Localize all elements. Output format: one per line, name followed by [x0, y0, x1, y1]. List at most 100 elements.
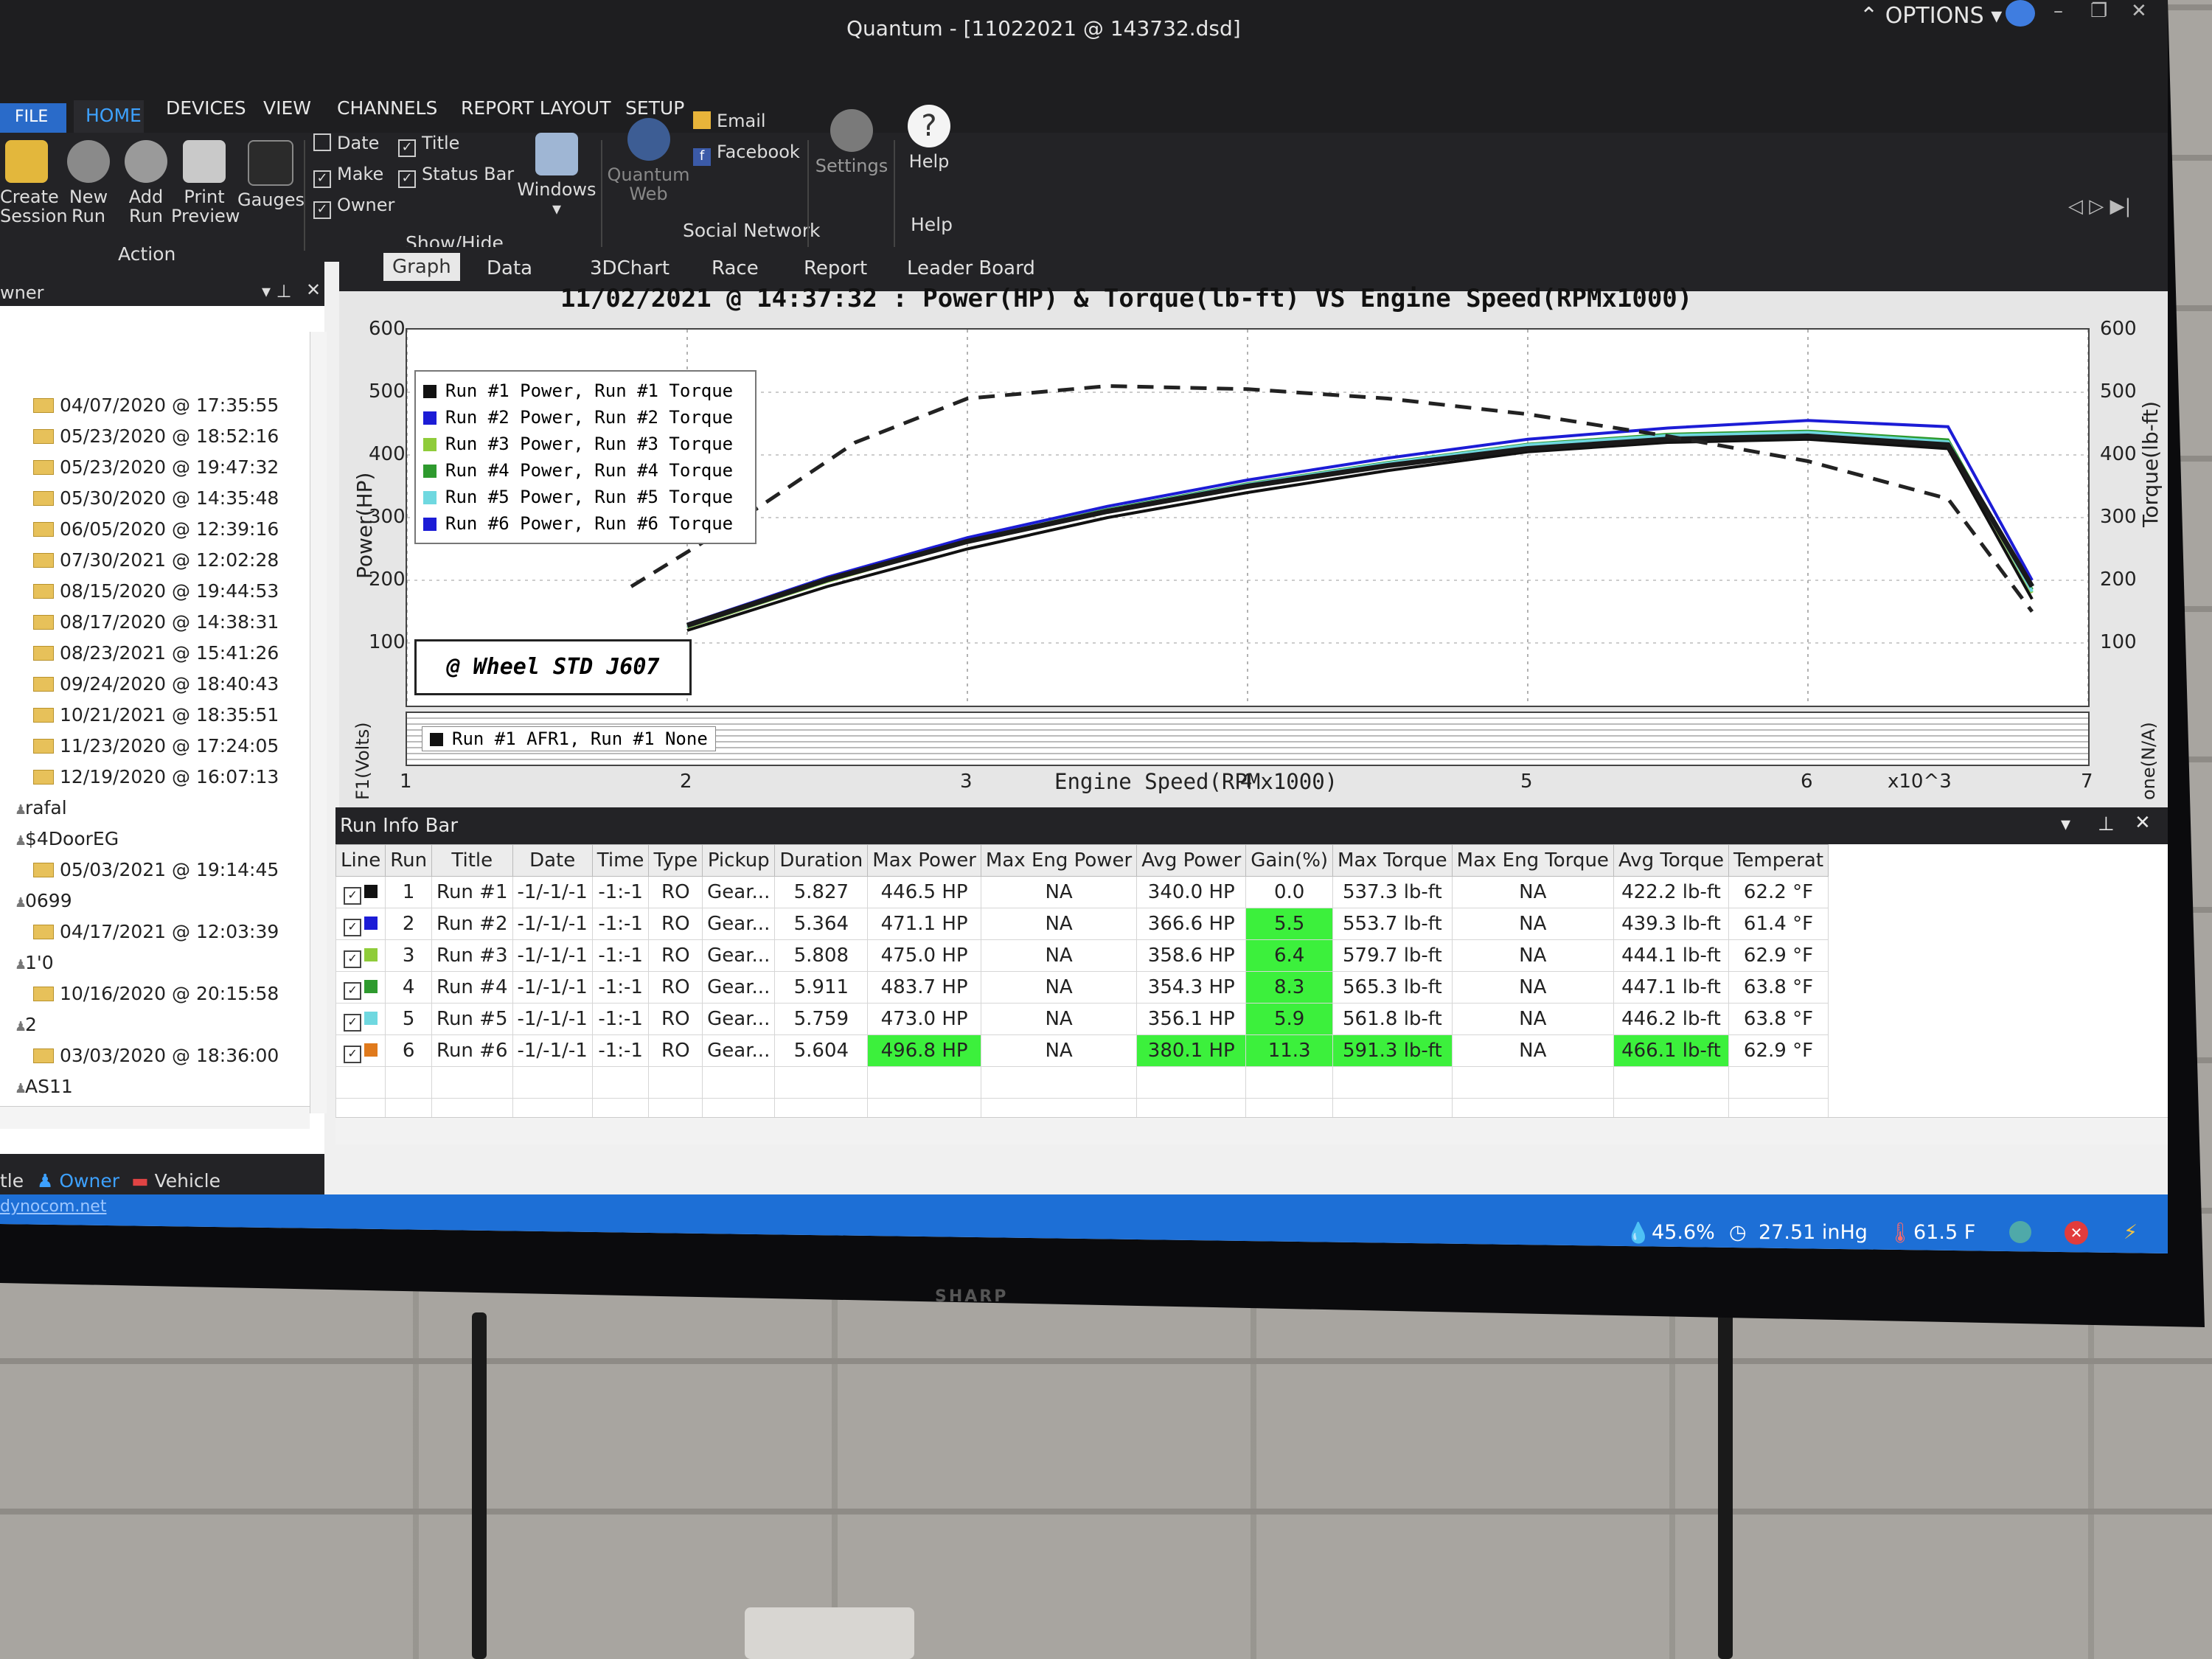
tree-item[interactable]: ♟1'0: [15, 952, 54, 973]
checkbox-icon[interactable]: ✓: [344, 950, 362, 968]
tree-item[interactable]: 12/19/2020 @ 16:07:13: [33, 766, 279, 787]
line-cell[interactable]: ✓: [335, 971, 386, 1004]
date-checkbox[interactable]: Date: [313, 133, 379, 153]
tree-item[interactable]: 08/15/2020 @ 19:44:53: [33, 580, 279, 602]
tree-item[interactable]: ♟2: [15, 1014, 37, 1035]
tree-item[interactable]: 10/16/2020 @ 20:15:58: [33, 983, 279, 1004]
minimize-icon[interactable]: –: [2053, 0, 2063, 22]
line-cell[interactable]: ✓: [335, 876, 386, 908]
column-header[interactable]: Pickup: [702, 844, 776, 877]
tab-home[interactable]: HOME: [74, 100, 144, 133]
column-header[interactable]: Date: [512, 844, 593, 877]
options-menu[interactable]: ⌃ OPTIONS ▾: [1860, 3, 2002, 29]
pin-icon[interactable]: ▾ ⊥: [262, 281, 292, 302]
create-session-button[interactable]: Create Session: [0, 140, 68, 226]
gauges-button[interactable]: Gauges: [237, 140, 305, 209]
column-header[interactable]: Gain(%): [1245, 844, 1334, 877]
tree-item[interactable]: 04/07/2020 @ 17:35:55: [33, 394, 279, 416]
tab-file[interactable]: FILE: [0, 103, 66, 133]
quantum-web-button[interactable]: Quantum Web: [606, 118, 691, 204]
table-row[interactable]: ✓ 2 Run #2 -1/-1/-1 -1:-1 RO Gear... 5.364 471.1…: [335, 908, 1829, 940]
tab-leader-board[interactable]: Leader Board: [907, 257, 1035, 279]
email-button[interactable]: Email: [693, 111, 766, 131]
column-header[interactable]: Max Eng Torque: [1451, 844, 1614, 877]
owner-checkbox[interactable]: ✓ Owner: [313, 195, 394, 219]
new-run-button[interactable]: New Run: [63, 140, 114, 226]
checkbox-icon[interactable]: ✓: [344, 887, 362, 905]
tree-item[interactable]: ♟rafal: [15, 797, 67, 818]
info-icon[interactable]: [2006, 0, 2035, 27]
tab-race[interactable]: Race: [712, 257, 759, 279]
table-horizontal-scrollbar[interactable]: [335, 1117, 2168, 1144]
tree-item[interactable]: 05/30/2020 @ 14:35:48: [33, 487, 279, 509]
table-row[interactable]: ✓ 5 Run #5 -1/-1/-1 -1:-1 RO Gear... 5.759 473.0…: [335, 1003, 1829, 1035]
tab-view[interactable]: VIEW: [263, 97, 311, 119]
close-window-icon[interactable]: ✕: [2131, 0, 2147, 22]
tree-item[interactable]: 08/17/2020 @ 14:38:31: [33, 611, 279, 633]
prev-icon[interactable]: ◁ ▷ ▶|: [2068, 195, 2131, 218]
checkbox-icon[interactable]: ✓: [344, 919, 362, 936]
table-row[interactable]: ✓ 4 Run #4 -1/-1/-1 -1:-1 RO Gear... 5.911 483.7…: [335, 971, 1829, 1004]
tree-item[interactable]: 03/03/2020 @ 18:36:00: [33, 1045, 279, 1066]
checkbox-icon[interactable]: ✓: [344, 982, 362, 1000]
tree-item[interactable]: ♟$4DoorEG: [15, 828, 119, 849]
table-row[interactable]: ✓ 1 Run #1 -1/-1/-1 -1:-1 RO Gear... 5.827 446.5…: [335, 876, 1829, 908]
tree-item[interactable]: 06/05/2020 @ 12:39:16: [33, 518, 279, 540]
tree-item[interactable]: 07/30/2021 @ 12:02:28: [33, 549, 279, 571]
tab-data[interactable]: Data: [487, 257, 532, 279]
tree-item[interactable]: 08/23/2021 @ 15:41:26: [33, 642, 279, 664]
tab-setup[interactable]: SETUP: [625, 97, 684, 119]
tab-vehicle[interactable]: ▬ Vehicle: [131, 1170, 220, 1192]
line-cell[interactable]: ✓: [335, 939, 386, 972]
tab-title[interactable]: tle: [0, 1170, 24, 1192]
error-icon[interactable]: ✕: [2065, 1221, 2088, 1245]
table-row[interactable]: ✓ 6 Run #6 -1/-1/-1 -1:-1 RO Gear... 5.604 496.8…: [335, 1034, 1829, 1067]
column-header[interactable]: Type: [648, 844, 703, 877]
column-header[interactable]: Duration: [774, 844, 869, 877]
tab-report[interactable]: Report: [804, 257, 867, 279]
column-header[interactable]: Run: [385, 844, 433, 877]
settings-button[interactable]: Settings: [811, 109, 892, 175]
facebook-button[interactable]: f Facebook: [693, 142, 800, 166]
website-link[interactable]: dynocom.net: [0, 1197, 106, 1216]
column-header[interactable]: Time: [591, 844, 650, 877]
column-header[interactable]: Title: [431, 844, 513, 877]
column-header[interactable]: Max Eng Power: [980, 844, 1138, 877]
close-icon[interactable]: ✕: [2135, 812, 2151, 834]
tab-channels[interactable]: CHANNELS: [337, 97, 437, 119]
tab-devices[interactable]: DEVICES: [166, 97, 246, 119]
checkbox-icon[interactable]: ✓: [344, 1046, 362, 1063]
checkbox-icon[interactable]: ✓: [344, 1014, 362, 1032]
make-checkbox[interactable]: ✓ Make: [313, 164, 383, 188]
column-header[interactable]: Max Torque: [1332, 844, 1453, 877]
tree-item[interactable]: ♟AS11: [15, 1076, 73, 1097]
tree-item[interactable]: 05/23/2020 @ 19:47:32: [33, 456, 279, 478]
tree-item[interactable]: 04/17/2021 @ 12:03:39: [33, 921, 279, 942]
tab-graph[interactable]: Graph: [383, 253, 460, 281]
close-icon[interactable]: ✕: [306, 279, 321, 300]
tab-3dchart[interactable]: 3DChart: [590, 257, 669, 279]
tab-report-layout[interactable]: REPORT LAYOUT: [461, 97, 611, 119]
help-button[interactable]: ? Help: [900, 105, 959, 171]
restore-icon[interactable]: ❐: [2090, 0, 2107, 22]
pin-icon[interactable]: ⊥: [2098, 813, 2115, 835]
column-header[interactable]: Avg Power: [1136, 844, 1247, 877]
connection-icon[interactable]: [2009, 1221, 2031, 1243]
tree-horizontal-scrollbar[interactable]: [0, 1106, 310, 1129]
tab-owner[interactable]: ♟ Owner: [37, 1170, 119, 1192]
tree-item[interactable]: 05/23/2020 @ 18:52:16: [33, 425, 279, 447]
column-header[interactable]: Line: [335, 844, 386, 877]
tree-item[interactable]: 09/24/2020 @ 18:40:43: [33, 673, 279, 695]
line-cell[interactable]: ✓: [335, 1034, 386, 1067]
tree-item[interactable]: 10/21/2021 @ 18:35:51: [33, 704, 279, 726]
column-header[interactable]: Max Power: [867, 844, 981, 877]
dropdown-icon[interactable]: ▾: [2061, 813, 2070, 835]
plot-area[interactable]: Run #1 Power, Run #1 Torque Run #2 Power…: [406, 328, 2090, 707]
tree-vertical-scrollbar[interactable]: [310, 332, 327, 1113]
column-header[interactable]: Avg Torque: [1613, 844, 1729, 877]
tree-item[interactable]: 11/23/2020 @ 17:24:05: [33, 735, 279, 757]
line-cell[interactable]: ✓: [335, 908, 386, 940]
print-preview-button[interactable]: Print Preview: [171, 140, 240, 226]
column-header[interactable]: Temperat: [1728, 844, 1829, 877]
tree-item[interactable]: ♟0699: [15, 890, 72, 911]
